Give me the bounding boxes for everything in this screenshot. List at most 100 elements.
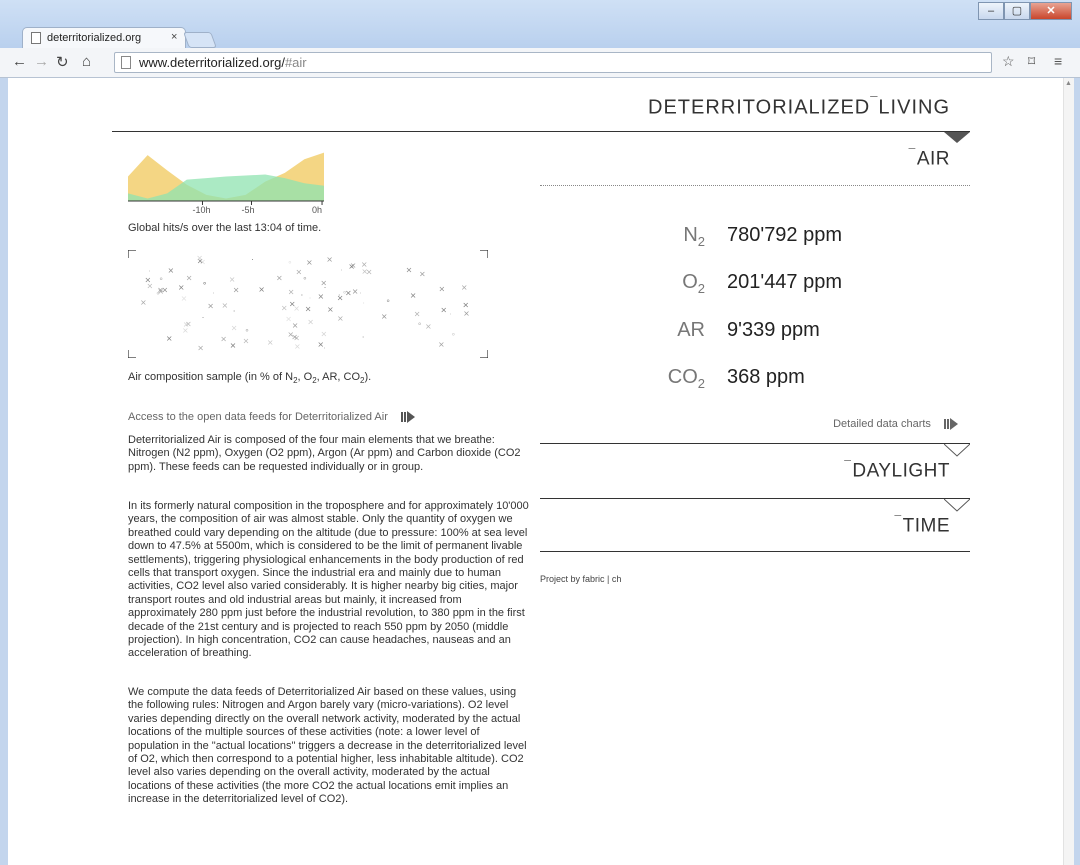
section-title-time[interactable]: ¯TIME (894, 513, 950, 537)
sample-mark: × (231, 324, 238, 333)
sample-mark: × (320, 279, 327, 288)
forward-icon[interactable]: → (34, 53, 49, 70)
sample-mark: × (318, 292, 325, 301)
sample-mark: × (293, 304, 300, 313)
collapsed-triangle-icon[interactable] (944, 444, 970, 458)
sample-mark: × (352, 287, 359, 296)
sample-mark: × (233, 285, 240, 294)
sample-mark: × (197, 344, 204, 353)
sample-mark: ° (451, 332, 455, 341)
sample-mark: × (321, 329, 328, 338)
sample-mark: ° (159, 277, 163, 286)
site-title[interactable]: DETERRITORIALIZED¯LIVING (648, 94, 950, 120)
corner-bracket (128, 350, 136, 358)
section-title-daylight[interactable]: ¯DAYLIGHT (844, 458, 950, 482)
sample-mark: × (438, 340, 445, 349)
sample-mark: × (166, 334, 173, 343)
tab-title: deterritorialized.org (47, 32, 142, 44)
description-paragraph: In its formerly natural composition in t… (128, 500, 529, 660)
sample-mark: × (285, 315, 292, 324)
sample-mark: × (410, 291, 417, 300)
close-tab-icon[interactable]: × (171, 31, 177, 43)
sample-mark: × (463, 309, 470, 318)
window-frame-right (1074, 78, 1080, 865)
description-paragraph: Deterritorialized Air is composed of the… (128, 434, 521, 473)
description-paragraph: We compute the data feeds of Deterritori… (128, 686, 527, 806)
sample-mark: × (440, 305, 447, 314)
sample-mark: ° (303, 276, 307, 285)
sample-mark: × (337, 294, 344, 303)
sample-mark: × (296, 267, 303, 276)
new-tab-button[interactable] (183, 32, 217, 48)
sample-mark: · (212, 289, 215, 298)
reload-icon[interactable]: ↻ (56, 53, 69, 71)
sample-mark: × (181, 294, 188, 303)
sample-mark: × (140, 298, 147, 307)
measure-symbol: N2 (683, 224, 705, 249)
sample-mark: ° (203, 281, 207, 290)
open-data-feeds-link[interactable]: Access to the open data feeds for Deterr… (128, 411, 415, 424)
cast-icon[interactable]: ⌑ (1028, 53, 1035, 70)
browser-toolbar: ← → ↻ ⌂ www.deterritorialized.org/#air ☆… (0, 48, 1080, 78)
sample-mark: × (186, 274, 193, 283)
section-title-air[interactable]: ¯AIR (909, 146, 950, 170)
section-divider (540, 185, 970, 186)
sample-mark: × (317, 340, 324, 349)
sample-caption: Air composition sample (in % of N2, O2, … (128, 371, 372, 386)
sample-mark: · (202, 314, 205, 323)
sample-mark: × (196, 253, 203, 262)
bookmark-star-icon[interactable]: ☆ (1002, 53, 1015, 70)
home-icon[interactable]: ⌂ (82, 53, 91, 70)
sample-mark: · (233, 307, 236, 316)
detailed-charts-link[interactable]: Detailed data charts (833, 418, 958, 431)
sample-mark: · (309, 294, 312, 303)
sample-mark: · (340, 266, 343, 275)
sample-mark: · (359, 289, 362, 298)
corner-bracket (128, 250, 136, 258)
sample-mark: × (337, 314, 344, 323)
sample-mark: ° (245, 328, 249, 337)
address-bar[interactable]: www.deterritorialized.org/#air (114, 52, 992, 73)
page-icon (121, 56, 131, 69)
sample-mark: · (362, 299, 365, 308)
expanded-triangle-icon[interactable] (944, 132, 970, 143)
sample-mark: × (267, 338, 274, 347)
measure-value: 368 ppm (727, 366, 805, 388)
menu-icon[interactable]: ≡ (1054, 53, 1062, 69)
sample-mark: × (462, 300, 469, 309)
sample-mark: ° (386, 298, 390, 307)
play-arrow-icon (400, 411, 415, 424)
url-text[interactable]: www.deterritorialized.org/#air (139, 55, 307, 70)
window-frame-left (0, 78, 8, 865)
sample-mark: × (292, 321, 299, 330)
minimize-button[interactable]: – (978, 2, 1004, 20)
measure-row-o2: O2 201'447 ppm (540, 271, 970, 311)
maximize-button[interactable]: ▢ (1004, 2, 1030, 20)
sample-mark: ° (288, 260, 292, 269)
sample-mark: × (291, 333, 298, 342)
project-credit[interactable]: Project by fabric | ch (540, 574, 621, 584)
collapsed-triangle-icon[interactable] (944, 499, 970, 513)
sample-mark: × (348, 262, 355, 271)
sample-mark: × (307, 318, 314, 327)
sample-mark: × (406, 266, 413, 275)
sample-mark: × (461, 283, 468, 292)
header-rule (112, 131, 970, 132)
measure-row-ar: AR 9'339 ppm (540, 319, 970, 359)
sample-mark: × (243, 337, 250, 346)
measure-value: 201'447 ppm (727, 271, 843, 293)
sample-mark: × (305, 305, 312, 314)
close-window-button[interactable]: ✕ (1030, 2, 1072, 20)
sample-mark: × (425, 322, 432, 331)
sample-mark: × (326, 255, 333, 264)
measure-row-n2: N2 780'792 ppm (540, 224, 970, 264)
browser-tab[interactable]: deterritorialized.org × (22, 27, 186, 49)
sample-mark: × (207, 302, 214, 311)
sample-mark: × (178, 283, 185, 292)
back-icon[interactable]: ← (12, 53, 27, 70)
measure-value: 9'339 ppm (727, 319, 820, 341)
corner-bracket (480, 350, 488, 358)
vertical-scrollbar[interactable]: ▲ (1063, 78, 1074, 865)
scroll-up-icon[interactable]: ▲ (1065, 80, 1072, 87)
sample-mark: × (439, 285, 446, 294)
